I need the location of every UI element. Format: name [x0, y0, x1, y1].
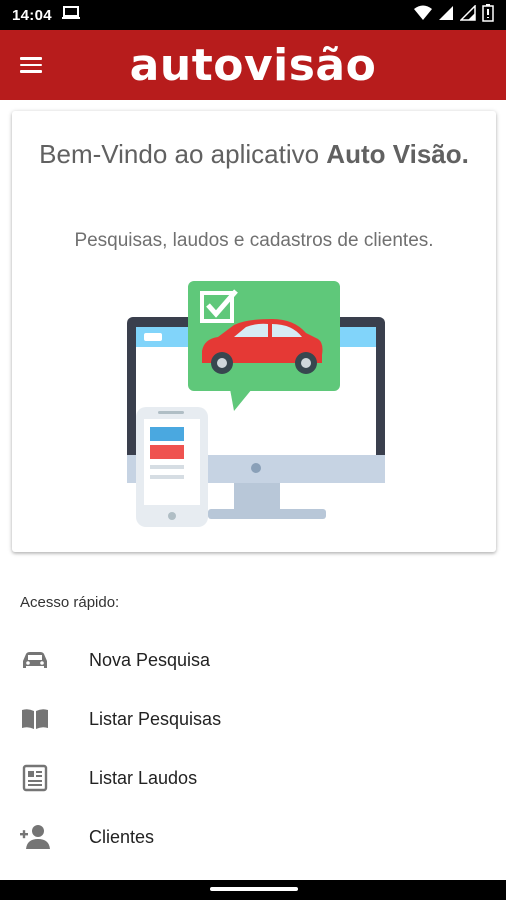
- welcome-title-prefix: Bem-Vindo ao aplicativo: [39, 139, 327, 169]
- book-icon: [20, 704, 50, 734]
- laptop-icon: [61, 5, 80, 25]
- welcome-illustration: [122, 279, 402, 544]
- quick-access-label: Acesso rápido:: [20, 594, 120, 611]
- app-logo: autovisão: [129, 40, 377, 91]
- quick-item-listar-laudos[interactable]: Listar Laudos: [0, 750, 506, 806]
- car-icon: [20, 645, 50, 675]
- signal-icon-2: [459, 3, 476, 26]
- signal-icon: [438, 5, 454, 26]
- battery-icon: [482, 3, 494, 27]
- quick-item-label: Clientes: [89, 826, 155, 847]
- quick-item-nova-pesquisa[interactable]: Nova Pesquisa: [0, 632, 506, 688]
- quick-item-label: Nova Pesquisa: [89, 649, 211, 670]
- welcome-subtitle: Pesquisas, laudos e cadastros de cliente…: [74, 230, 434, 251]
- wifi-icon: [414, 5, 432, 26]
- welcome-title-bold: Auto Visão.: [326, 139, 469, 169]
- home-gesture-handle[interactable]: [210, 887, 298, 891]
- add-person-icon: [20, 822, 50, 852]
- status-bar: 14:04: [0, 0, 506, 30]
- app-bar: autovisão: [0, 30, 506, 100]
- welcome-card: Bem-Vindo ao aplicativo Auto Visão. Pesq…: [12, 111, 496, 552]
- quick-item-label: Listar Pesquisas: [89, 708, 222, 729]
- quick-item-clientes[interactable]: Clientes: [0, 809, 506, 865]
- quick-item-listar-pesquisas[interactable]: Listar Pesquisas: [0, 691, 506, 747]
- status-time: 14:04: [12, 6, 52, 24]
- welcome-title: Bem-Vindo ao aplicativo Auto Visão.: [32, 137, 476, 172]
- document-icon: [20, 763, 50, 793]
- quick-item-label: Listar Laudos: [89, 767, 198, 788]
